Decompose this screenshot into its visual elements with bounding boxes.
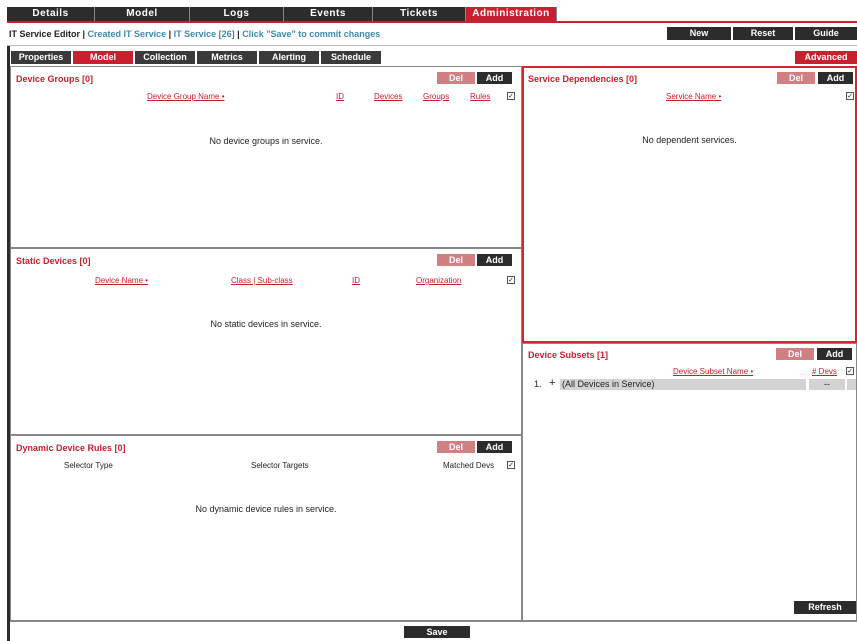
page-title: IT Service Editor | Created IT Service |… <box>9 29 380 39</box>
col-service-name[interactable]: Service Name • <box>666 92 721 101</box>
subtab-alerting[interactable]: Alerting <box>259 51 319 64</box>
select-all-checkbox[interactable]: ✓ <box>507 92 515 100</box>
col-matched-devs: Matched Devs <box>443 461 495 470</box>
tab-details[interactable]: Details <box>7 7 95 21</box>
select-all-checkbox[interactable]: ✓ <box>507 276 515 284</box>
col-id[interactable]: ID <box>336 92 344 101</box>
select-all-checkbox[interactable]: ✓ <box>846 367 854 375</box>
refresh-button[interactable]: Refresh <box>794 601 856 614</box>
static-devices-title: Static Devices [0] <box>16 256 91 266</box>
select-all-checkbox[interactable]: ✓ <box>846 92 854 100</box>
device-groups-add-button[interactable]: Add <box>477 72 512 84</box>
subtab-collection[interactable]: Collection <box>135 51 195 64</box>
service-id-link[interactable]: IT Service [26] <box>174 29 235 39</box>
editor-titlebar: IT Service Editor | Created IT Service |… <box>7 24 857 46</box>
col-devices[interactable]: Devices <box>374 92 402 101</box>
advanced-button[interactable]: Advanced <box>795 51 857 64</box>
dynamic-rules-add-button[interactable]: Add <box>477 441 512 453</box>
dynamic-device-rules-panel: Dynamic Device Rules [0] Del Add Selecto… <box>10 435 522 621</box>
col-num-devs[interactable]: # Devs <box>812 367 837 376</box>
tab-events[interactable]: Events <box>284 7 373 21</box>
col-device-subset-name[interactable]: Device Subset Name • <box>673 367 753 376</box>
save-button[interactable]: Save <box>404 626 470 638</box>
device-subsets-add-button[interactable]: Add <box>817 348 852 360</box>
col-selector-type: Selector Type <box>64 461 113 470</box>
col-id[interactable]: ID <box>352 276 360 285</box>
expand-icon[interactable]: + <box>549 377 555 389</box>
device-subsets-del-button[interactable]: Del <box>776 348 814 360</box>
service-dependencies-panel: Service Dependencies [0] Del Add Service… <box>522 66 857 343</box>
tab-administration[interactable]: Administration <box>466 7 557 21</box>
dynamic-rules-del-button[interactable]: Del <box>437 441 475 453</box>
device-groups-del-button[interactable]: Del <box>437 72 475 84</box>
subset-name-cell[interactable]: (All Devices in Service) <box>560 379 806 390</box>
service-dependencies-del-button[interactable]: Del <box>777 72 815 84</box>
nav-underline <box>7 21 857 23</box>
select-all-checkbox[interactable]: ✓ <box>507 461 515 469</box>
static-devices-empty-message: No static devices in service. <box>210 319 322 329</box>
new-button[interactable]: New <box>667 27 731 40</box>
row-checkbox-cell <box>847 379 856 390</box>
col-device-group-name[interactable]: Device Group Name • <box>147 92 225 101</box>
sub-tabs: Properties Model Collection Metrics Aler… <box>11 51 383 64</box>
subset-devs-cell: -- <box>809 379 845 390</box>
col-device-name[interactable]: Device Name • <box>95 276 148 285</box>
col-groups[interactable]: Groups <box>423 92 449 101</box>
subtab-schedule[interactable]: Schedule <box>321 51 381 64</box>
title-separator: | <box>166 29 174 39</box>
subtab-properties[interactable]: Properties <box>11 51 71 64</box>
reset-button[interactable]: Reset <box>733 27 793 40</box>
guide-button[interactable]: Guide <box>795 27 857 40</box>
col-rules[interactable]: Rules <box>470 92 490 101</box>
device-subsets-panel: Device Subsets [1] Del Add Device Subset… <box>522 343 857 621</box>
dynamic-rules-title: Dynamic Device Rules [0] <box>16 443 126 453</box>
static-devices-del-button[interactable]: Del <box>437 254 475 266</box>
subtab-model[interactable]: Model <box>73 51 133 64</box>
col-class-subclass[interactable]: Class | Sub-class <box>231 276 293 285</box>
service-dependencies-title: Service Dependencies [0] <box>528 74 638 84</box>
tab-model[interactable]: Model <box>95 7 190 21</box>
static-devices-panel: Static Devices [0] Del Add Device Name •… <box>10 248 522 435</box>
save-hint: Click "Save" to commit changes <box>242 29 381 39</box>
col-organization[interactable]: Organization <box>416 276 461 285</box>
dynamic-rules-empty-message: No dynamic device rules in service. <box>195 504 337 514</box>
col-selector-targets: Selector Targets <box>251 461 309 470</box>
device-groups-title: Device Groups [0] <box>16 74 94 84</box>
device-groups-panel: Device Groups [0] Del Add Device Group N… <box>10 66 522 248</box>
created-service-link[interactable]: Created IT Service <box>88 29 167 39</box>
service-dependencies-add-button[interactable]: Add <box>818 72 853 84</box>
service-dependencies-empty-message: No dependent services. <box>642 135 737 145</box>
tab-logs[interactable]: Logs <box>190 7 284 21</box>
save-bar: Save <box>10 621 857 641</box>
table-row[interactable]: 1. + (All Devices in Service) -- <box>529 377 856 390</box>
top-nav: Details Model Logs Events Tickets Admini… <box>7 7 557 21</box>
subtab-metrics[interactable]: Metrics <box>197 51 257 64</box>
tab-tickets[interactable]: Tickets <box>373 7 466 21</box>
row-number: 1. <box>534 379 542 389</box>
editor-label: IT Service Editor | <box>9 29 88 39</box>
device-groups-empty-message: No device groups in service. <box>209 136 323 146</box>
device-subsets-title: Device Subsets [1] <box>528 350 609 360</box>
static-devices-add-button[interactable]: Add <box>477 254 512 266</box>
